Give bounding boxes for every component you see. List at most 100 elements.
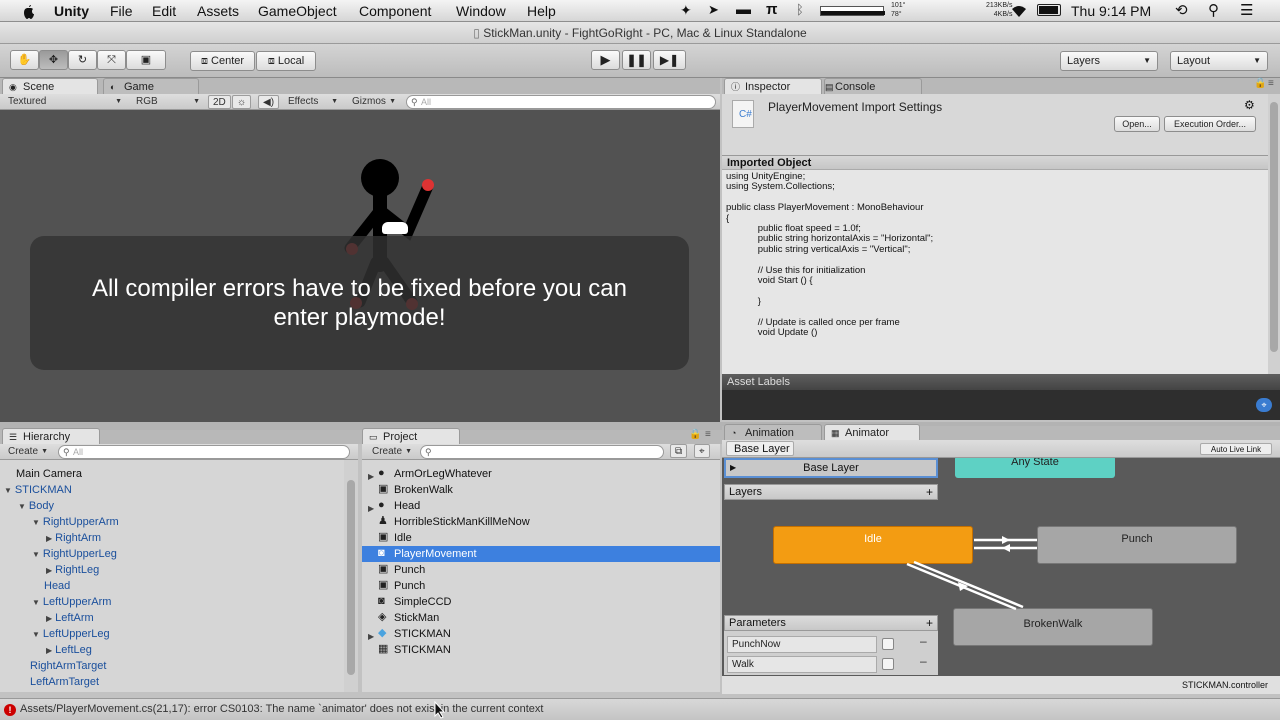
param-punchnow[interactable]: PunchNow [727,636,877,653]
move-gizmo-icon[interactable] [382,222,408,234]
remove-param-icon[interactable]: – [920,634,927,648]
project-item[interactable]: ♟ HorribleStickManKillMeNow [362,514,720,530]
scale-tool-button[interactable]: ⤧ [97,50,126,70]
execution-order-button[interactable]: Execution Order... [1164,116,1256,132]
render-mode-dropdown[interactable]: Textured ▼ [4,95,124,109]
audio-toggle-button[interactable]: ◀) [258,95,280,109]
gear-icon[interactable]: ⚙ [1244,98,1255,112]
hierarchy-create-dropdown[interactable]: Create ▼ [4,445,50,459]
status-bar[interactable]: ! Assets/PlayerMovement.cs(21,17): error… [0,698,1280,720]
param-walk-checkbox[interactable] [882,658,894,670]
tab-project[interactable]: ▭ Project [362,428,460,444]
project-item[interactable]: ◈ StickMan [362,610,720,626]
hand-tool-button[interactable]: ✋ [10,50,39,70]
expanded-arrow-icon[interactable]: ▼ [4,486,12,495]
gizmos-dropdown[interactable]: Gizmos ▼ [348,95,398,109]
project-item[interactable]: ▣ Punch [362,562,720,578]
param-punchnow-checkbox[interactable] [882,638,894,650]
hierarchy-item[interactable]: ▼ RightUpperArm [32,514,119,530]
project-item[interactable]: ▶ ● Head [362,498,720,514]
param-walk[interactable]: Walk [727,656,877,673]
menu-file[interactable]: File [110,3,133,19]
remove-param-icon[interactable]: – [920,654,927,668]
expanded-arrow-icon[interactable]: ▼ [32,598,40,607]
panel-menu-icon[interactable]: ≡ [705,429,711,440]
effects-dropdown[interactable]: Effects ▼ [284,95,340,109]
hierarchy-item[interactable]: ▼ STICKMAN [4,482,72,498]
wifi-icon[interactable] [1009,3,1029,18]
pivot-center-button[interactable]: ⧈ Center [190,51,255,71]
tag-icon[interactable]: ⌖ [1256,398,1272,412]
battery-graph-icon[interactable] [820,6,885,16]
scene-search-input[interactable]: ⚲ All [406,95,716,109]
hierarchy-item[interactable]: ▶ LeftArm [46,610,94,626]
hierarchy-item[interactable]: ▶ RightArm [46,530,101,546]
add-layer-icon[interactable]: + [926,485,933,499]
toggle-2d-button[interactable]: 2D [208,95,231,109]
layout-dropdown[interactable]: Layout ▼ [1170,51,1268,71]
project-search-input[interactable]: ⚲ [420,445,664,459]
collapsed-arrow-icon[interactable]: ▶ [46,566,52,575]
app-menu-unity[interactable]: Unity [54,3,89,19]
color-mode-dropdown[interactable]: RGB ▼ [132,95,202,109]
time-machine-icon[interactable]: ⟲ [1175,1,1188,19]
location-icon[interactable]: ➤ [708,2,719,18]
hierarchy-item[interactable]: Main Camera [4,466,82,482]
hierarchy-item[interactable]: Head [32,578,70,594]
lighting-toggle-button[interactable]: ☼ [232,95,252,109]
project-item[interactable]: ◙ SimpleCCD [362,594,720,610]
project-item[interactable]: ▶ ● ArmOrLegWhatever [362,466,720,482]
hierarchy-scrollbar[interactable] [344,460,358,692]
pivot-local-button[interactable]: ⧈ Local [256,51,316,71]
project-item[interactable]: ◙ PlayerMovement [362,546,720,562]
menu-component[interactable]: Component [359,3,431,19]
project-item[interactable]: ▦ STICKMAN [362,642,720,658]
tab-animator[interactable]: ▦ Animator [824,424,920,440]
battery-icon[interactable] [1037,4,1061,16]
move-tool-button[interactable]: ✥ [39,50,68,70]
hierarchy-item[interactable]: RightArmTarget [18,658,106,674]
screen-icon[interactable]: ▬ [736,1,751,18]
step-button[interactable]: ▶❚ [653,50,686,70]
hierarchy-search-input[interactable]: ⚲ All [58,445,350,459]
menu-help[interactable]: Help [527,3,556,19]
notification-list-icon[interactable]: ☰ [1240,1,1253,19]
pi-icon[interactable]: π [766,1,777,18]
collapsed-arrow-icon[interactable]: ▶ [46,614,52,623]
scene-viewport[interactable]: All compiler errors have to be fixed bef… [0,110,720,422]
menu-gameobject[interactable]: GameObject [258,3,337,19]
breadcrumb[interactable]: Base Layer [726,441,794,456]
expanded-arrow-icon[interactable]: ▼ [18,502,26,511]
open-button[interactable]: Open... [1114,116,1160,132]
filter-by-type-button[interactable]: ⧉ [670,444,688,458]
inspector-scrollbar[interactable] [1268,94,1280,374]
dropbox-icon[interactable]: ✦ [680,2,692,19]
project-item[interactable]: ▶ ◆ STICKMAN [362,626,720,642]
rotate-tool-button[interactable]: ↻ [68,50,97,70]
status-error-message[interactable]: Assets/PlayerMovement.cs(21,17): error C… [20,703,543,715]
project-item[interactable]: ▣ BrokenWalk [362,482,720,498]
menu-assets[interactable]: Assets [197,3,239,19]
clock[interactable]: Thu 9:14 PM [1071,3,1151,19]
collapsed-arrow-icon[interactable]: ▶ [46,534,52,543]
hierarchy-item[interactable]: ▶ RightLeg [46,562,99,578]
hierarchy-item[interactable]: LeftArmTarget [18,674,99,690]
play-button[interactable]: ▶ [591,50,620,70]
expanded-arrow-icon[interactable]: ▼ [32,630,40,639]
menu-window[interactable]: Window [456,3,506,19]
lock-icon[interactable]: 🔒 [689,429,701,440]
menu-edit[interactable]: Edit [152,3,176,19]
bluetooth-icon[interactable]: ᛒ [796,2,804,17]
hierarchy-item[interactable]: ▼ Body [18,498,54,514]
panel-menu-icon[interactable]: ≡ [1268,78,1274,89]
lock-icon[interactable]: 🔒 [1254,78,1266,89]
layer-item-base[interactable]: ▶ Base Layer [724,458,938,478]
pause-button[interactable]: ❚❚ [622,50,651,70]
project-item[interactable]: ▣ Punch [362,578,720,594]
auto-live-link-button[interactable]: Auto Live Link [1200,443,1272,455]
hierarchy-item[interactable]: ▶ LeftLeg [46,642,92,658]
hierarchy-item[interactable]: ▼ RightUpperLeg [32,546,117,562]
tab-animation[interactable]: ◔ Animation [724,424,822,440]
rect-tool-button[interactable]: ▣ [126,50,166,70]
transition-broken-idle[interactable] [913,560,1024,609]
